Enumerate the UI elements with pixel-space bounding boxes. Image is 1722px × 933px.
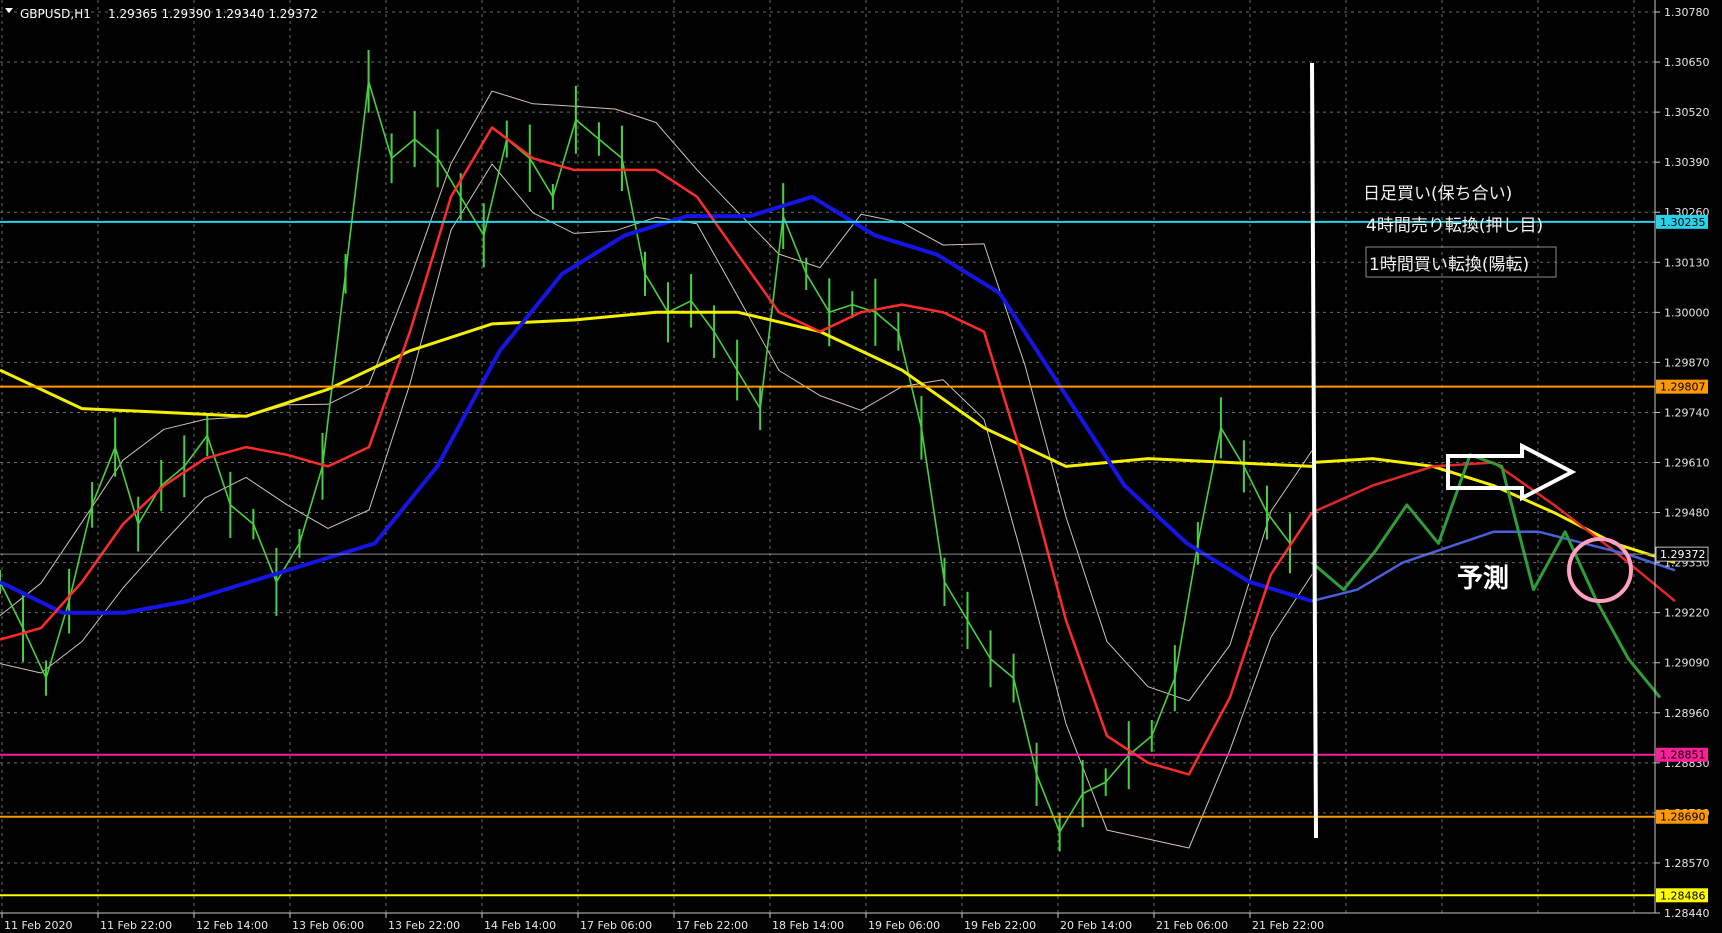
forecast-label: 予測 bbox=[1457, 564, 1509, 594]
time-tick-label: 14 Feb 14:00 bbox=[484, 919, 556, 932]
price-tick-label: 1.29870 bbox=[1664, 356, 1710, 369]
price-tick-label: 1.30650 bbox=[1664, 56, 1710, 69]
time-tick-label: 11 Feb 22:00 bbox=[100, 919, 172, 932]
price-tick-label: 1.28570 bbox=[1664, 857, 1710, 870]
annotation-1h: 1時間買い転換(陽転) bbox=[1369, 255, 1529, 275]
price-tick-label: 1.30130 bbox=[1664, 256, 1710, 269]
chart-background bbox=[0, 0, 1722, 933]
price-tick-label: 1.28440 bbox=[1664, 907, 1710, 920]
level-label: 1.28690 bbox=[1660, 811, 1706, 824]
symbol-label: GBPUSD,H1 bbox=[20, 7, 91, 21]
ohlc-readout: 1.29365 1.29390 1.29340 1.29372 bbox=[108, 7, 318, 21]
price-tick-label: 1.29090 bbox=[1664, 657, 1710, 670]
time-tick-label: 20 Feb 14:00 bbox=[1060, 919, 1132, 932]
time-tick-label: 12 Feb 14:00 bbox=[196, 919, 268, 932]
price-tick-label: 1.29480 bbox=[1664, 507, 1710, 520]
time-tick-label: 13 Feb 22:00 bbox=[388, 919, 460, 932]
price-tick-label: 1.29740 bbox=[1664, 406, 1710, 419]
time-tick-label: 11 Feb 2020 bbox=[4, 919, 72, 932]
level-label: 1.28486 bbox=[1660, 889, 1706, 902]
price-tick-label: 1.29610 bbox=[1664, 457, 1710, 470]
price-tick-label: 1.30390 bbox=[1664, 156, 1710, 169]
time-tick-label: 17 Feb 06:00 bbox=[580, 919, 652, 932]
time-tick-label: 17 Feb 22:00 bbox=[676, 919, 748, 932]
price-chart[interactable]: 1.307801.306501.305201.303901.302601.301… bbox=[0, 0, 1722, 933]
time-tick-label: 19 Feb 22:00 bbox=[964, 919, 1036, 932]
annotation-daily: 日足買い(保ち合い) bbox=[1363, 184, 1512, 204]
price-tick-label: 1.30520 bbox=[1664, 106, 1710, 119]
price-tick-label: 1.28960 bbox=[1664, 707, 1710, 720]
time-tick-label: 13 Feb 06:00 bbox=[292, 919, 364, 932]
price-tick-label: 1.30000 bbox=[1664, 306, 1710, 319]
level-label: 1.29807 bbox=[1660, 381, 1706, 394]
time-tick-label: 19 Feb 06:00 bbox=[868, 919, 940, 932]
level-label: 1.30235 bbox=[1660, 216, 1706, 229]
level-label: 1.28851 bbox=[1660, 749, 1706, 762]
time-tick-label: 21 Feb 22:00 bbox=[1252, 919, 1324, 932]
time-tick-label: 21 Feb 06:00 bbox=[1156, 919, 1228, 932]
current-price-label: 1.29372 bbox=[1660, 548, 1706, 561]
time-tick-label: 18 Feb 14:00 bbox=[772, 919, 844, 932]
price-tick-label: 1.29220 bbox=[1664, 607, 1710, 620]
annotation-4h: 4時間売り転換(押し目) bbox=[1366, 216, 1543, 236]
price-tick-label: 1.30780 bbox=[1664, 6, 1710, 19]
